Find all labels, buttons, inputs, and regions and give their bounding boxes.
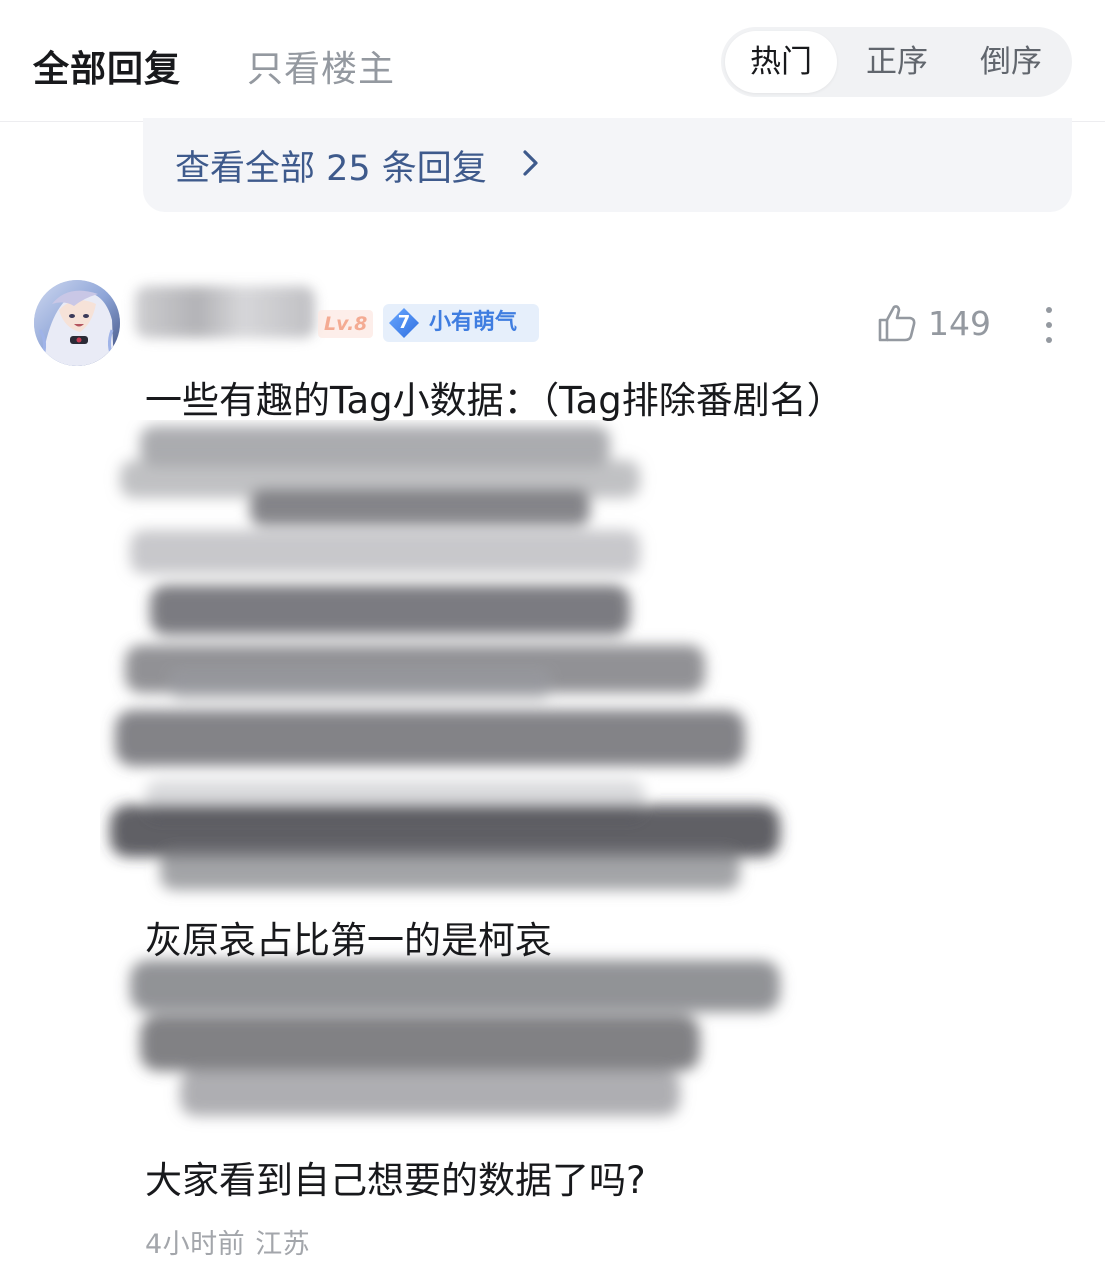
view-all-replies-label: 查看全部 25 条回复: [175, 149, 487, 189]
thumbs-up-icon[interactable]: [876, 302, 918, 344]
comment-location: 江苏: [255, 1229, 311, 1260]
reply-header: 全部回复 只看楼主 热门 正序 倒序: [0, 0, 1105, 122]
fan-medal-name: 小有萌气: [429, 310, 518, 335]
username-redacted[interactable]: [135, 286, 315, 338]
comment-time: 4小时前: [145, 1229, 246, 1260]
fan-medal-level: 7: [397, 312, 411, 333]
sort-asc-button[interactable]: 正序: [841, 31, 953, 93]
more-vertical-icon[interactable]: [1040, 305, 1058, 345]
comment-meta: 4小时前 江苏: [145, 1222, 310, 1261]
sort-toggle: 热门 正序 倒序: [721, 27, 1072, 97]
avatar[interactable]: [34, 280, 120, 366]
user-level-badge: Lv.8: [318, 310, 374, 338]
chevron-right-icon: [523, 150, 538, 176]
tab-all-replies[interactable]: 全部回复: [33, 40, 181, 92]
sort-hot-button[interactable]: 热门: [725, 31, 837, 93]
view-all-replies-button[interactable]: 查看全部 25 条回复: [143, 118, 1072, 212]
tab-op-only[interactable]: 只看楼主: [247, 40, 395, 92]
like-count: 149: [928, 304, 991, 343]
comment-text-line: 大家看到自己想要的数据了吗?: [145, 1159, 646, 1202]
sort-desc-button[interactable]: 倒序: [955, 31, 1067, 93]
fan-medal-badge[interactable]: 7 小有萌气: [383, 304, 539, 342]
comment-text-line: 灰原哀占比第一的是柯哀: [145, 919, 552, 962]
redacted-text-block: [110, 426, 780, 1116]
comment-text-line: 一些有趣的Tag小数据：（Tag排除番剧名）: [145, 379, 844, 422]
